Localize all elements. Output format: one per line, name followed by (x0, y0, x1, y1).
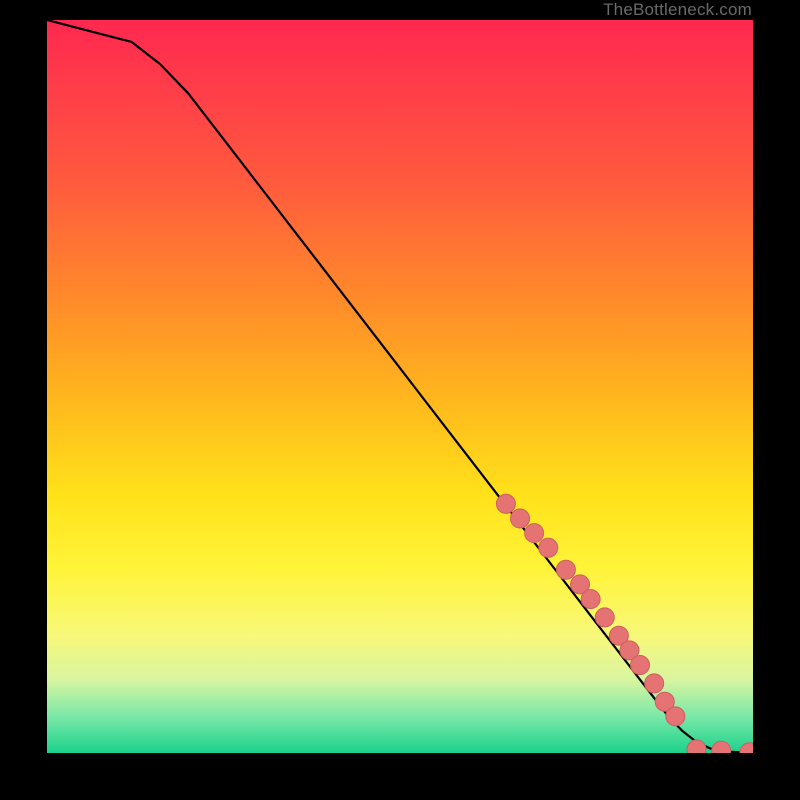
marker-group (496, 494, 753, 753)
data-marker (609, 626, 628, 645)
data-marker (645, 674, 664, 693)
plot-area (47, 20, 753, 753)
data-marker (496, 494, 515, 513)
data-marker (511, 509, 530, 528)
data-marker (556, 560, 575, 579)
data-marker (571, 575, 590, 594)
data-marker (539, 538, 558, 557)
data-marker (525, 524, 544, 543)
attribution-label: TheBottleneck.com (603, 0, 752, 20)
data-marker (631, 656, 650, 675)
data-marker (620, 641, 639, 660)
data-marker (740, 743, 753, 753)
data-marker (595, 608, 614, 627)
data-marker (655, 692, 674, 711)
data-marker (712, 741, 731, 753)
curve-line (47, 20, 753, 753)
chart-frame: TheBottleneck.com (0, 0, 800, 800)
data-marker (666, 707, 685, 726)
data-marker (581, 590, 600, 609)
data-marker (687, 740, 706, 753)
chart-overlay (47, 20, 753, 753)
